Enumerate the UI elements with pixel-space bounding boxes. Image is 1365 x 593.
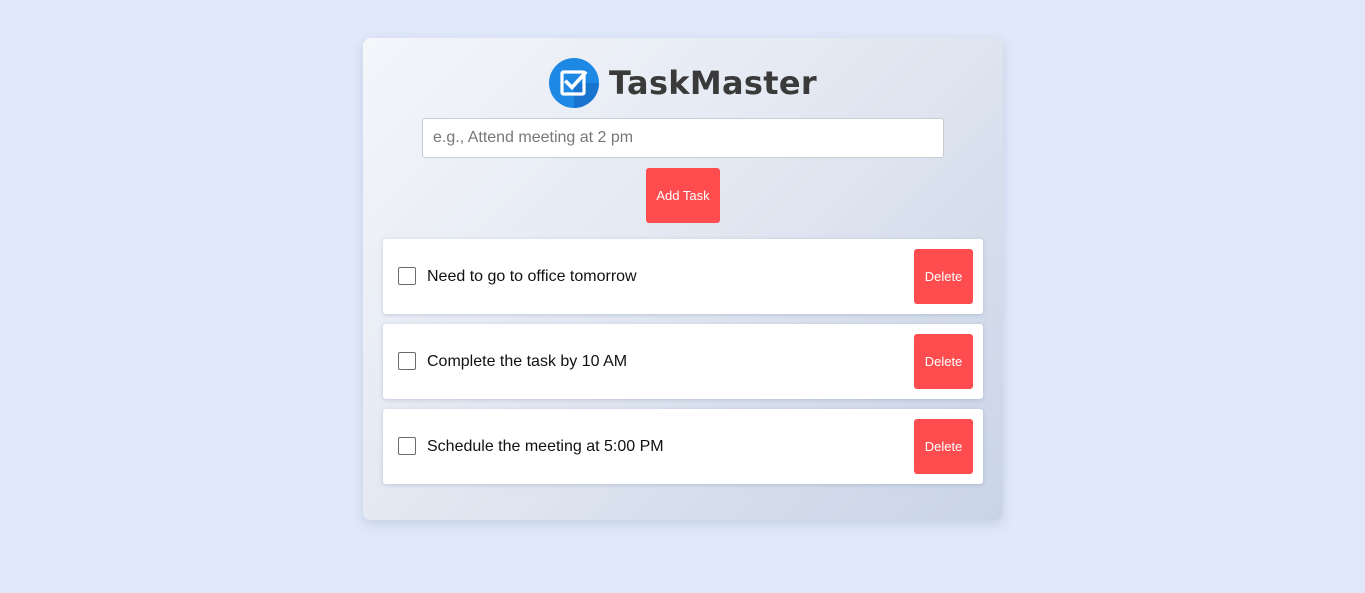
app-title: TaskMaster (609, 64, 817, 102)
task-checkbox[interactable] (398, 437, 416, 455)
delete-button[interactable]: Delete (914, 334, 973, 389)
task-checkbox[interactable] (398, 267, 416, 285)
task-item: Schedule the meeting at 5:00 PM Delete (383, 409, 983, 484)
app-header: TaskMaster (363, 57, 1003, 109)
task-item: Complete the task by 10 AM Delete (383, 324, 983, 399)
task-item: Need to go to office tomorrow Delete (383, 239, 983, 314)
task-input[interactable] (422, 118, 944, 158)
task-text: Need to go to office tomorrow (427, 268, 637, 285)
add-task-button[interactable]: Add Task (646, 168, 720, 223)
taskmaster-card: TaskMaster Add Task Need to go to office… (363, 38, 1003, 520)
task-checkbox[interactable] (398, 352, 416, 370)
checkbox-check-icon (549, 58, 600, 108)
task-text: Complete the task by 10 AM (427, 353, 628, 370)
delete-button[interactable]: Delete (914, 419, 973, 474)
delete-button[interactable]: Delete (914, 249, 973, 304)
task-text: Schedule the meeting at 5:00 PM (427, 438, 664, 455)
task-list: Need to go to office tomorrow Delete Com… (383, 239, 983, 494)
